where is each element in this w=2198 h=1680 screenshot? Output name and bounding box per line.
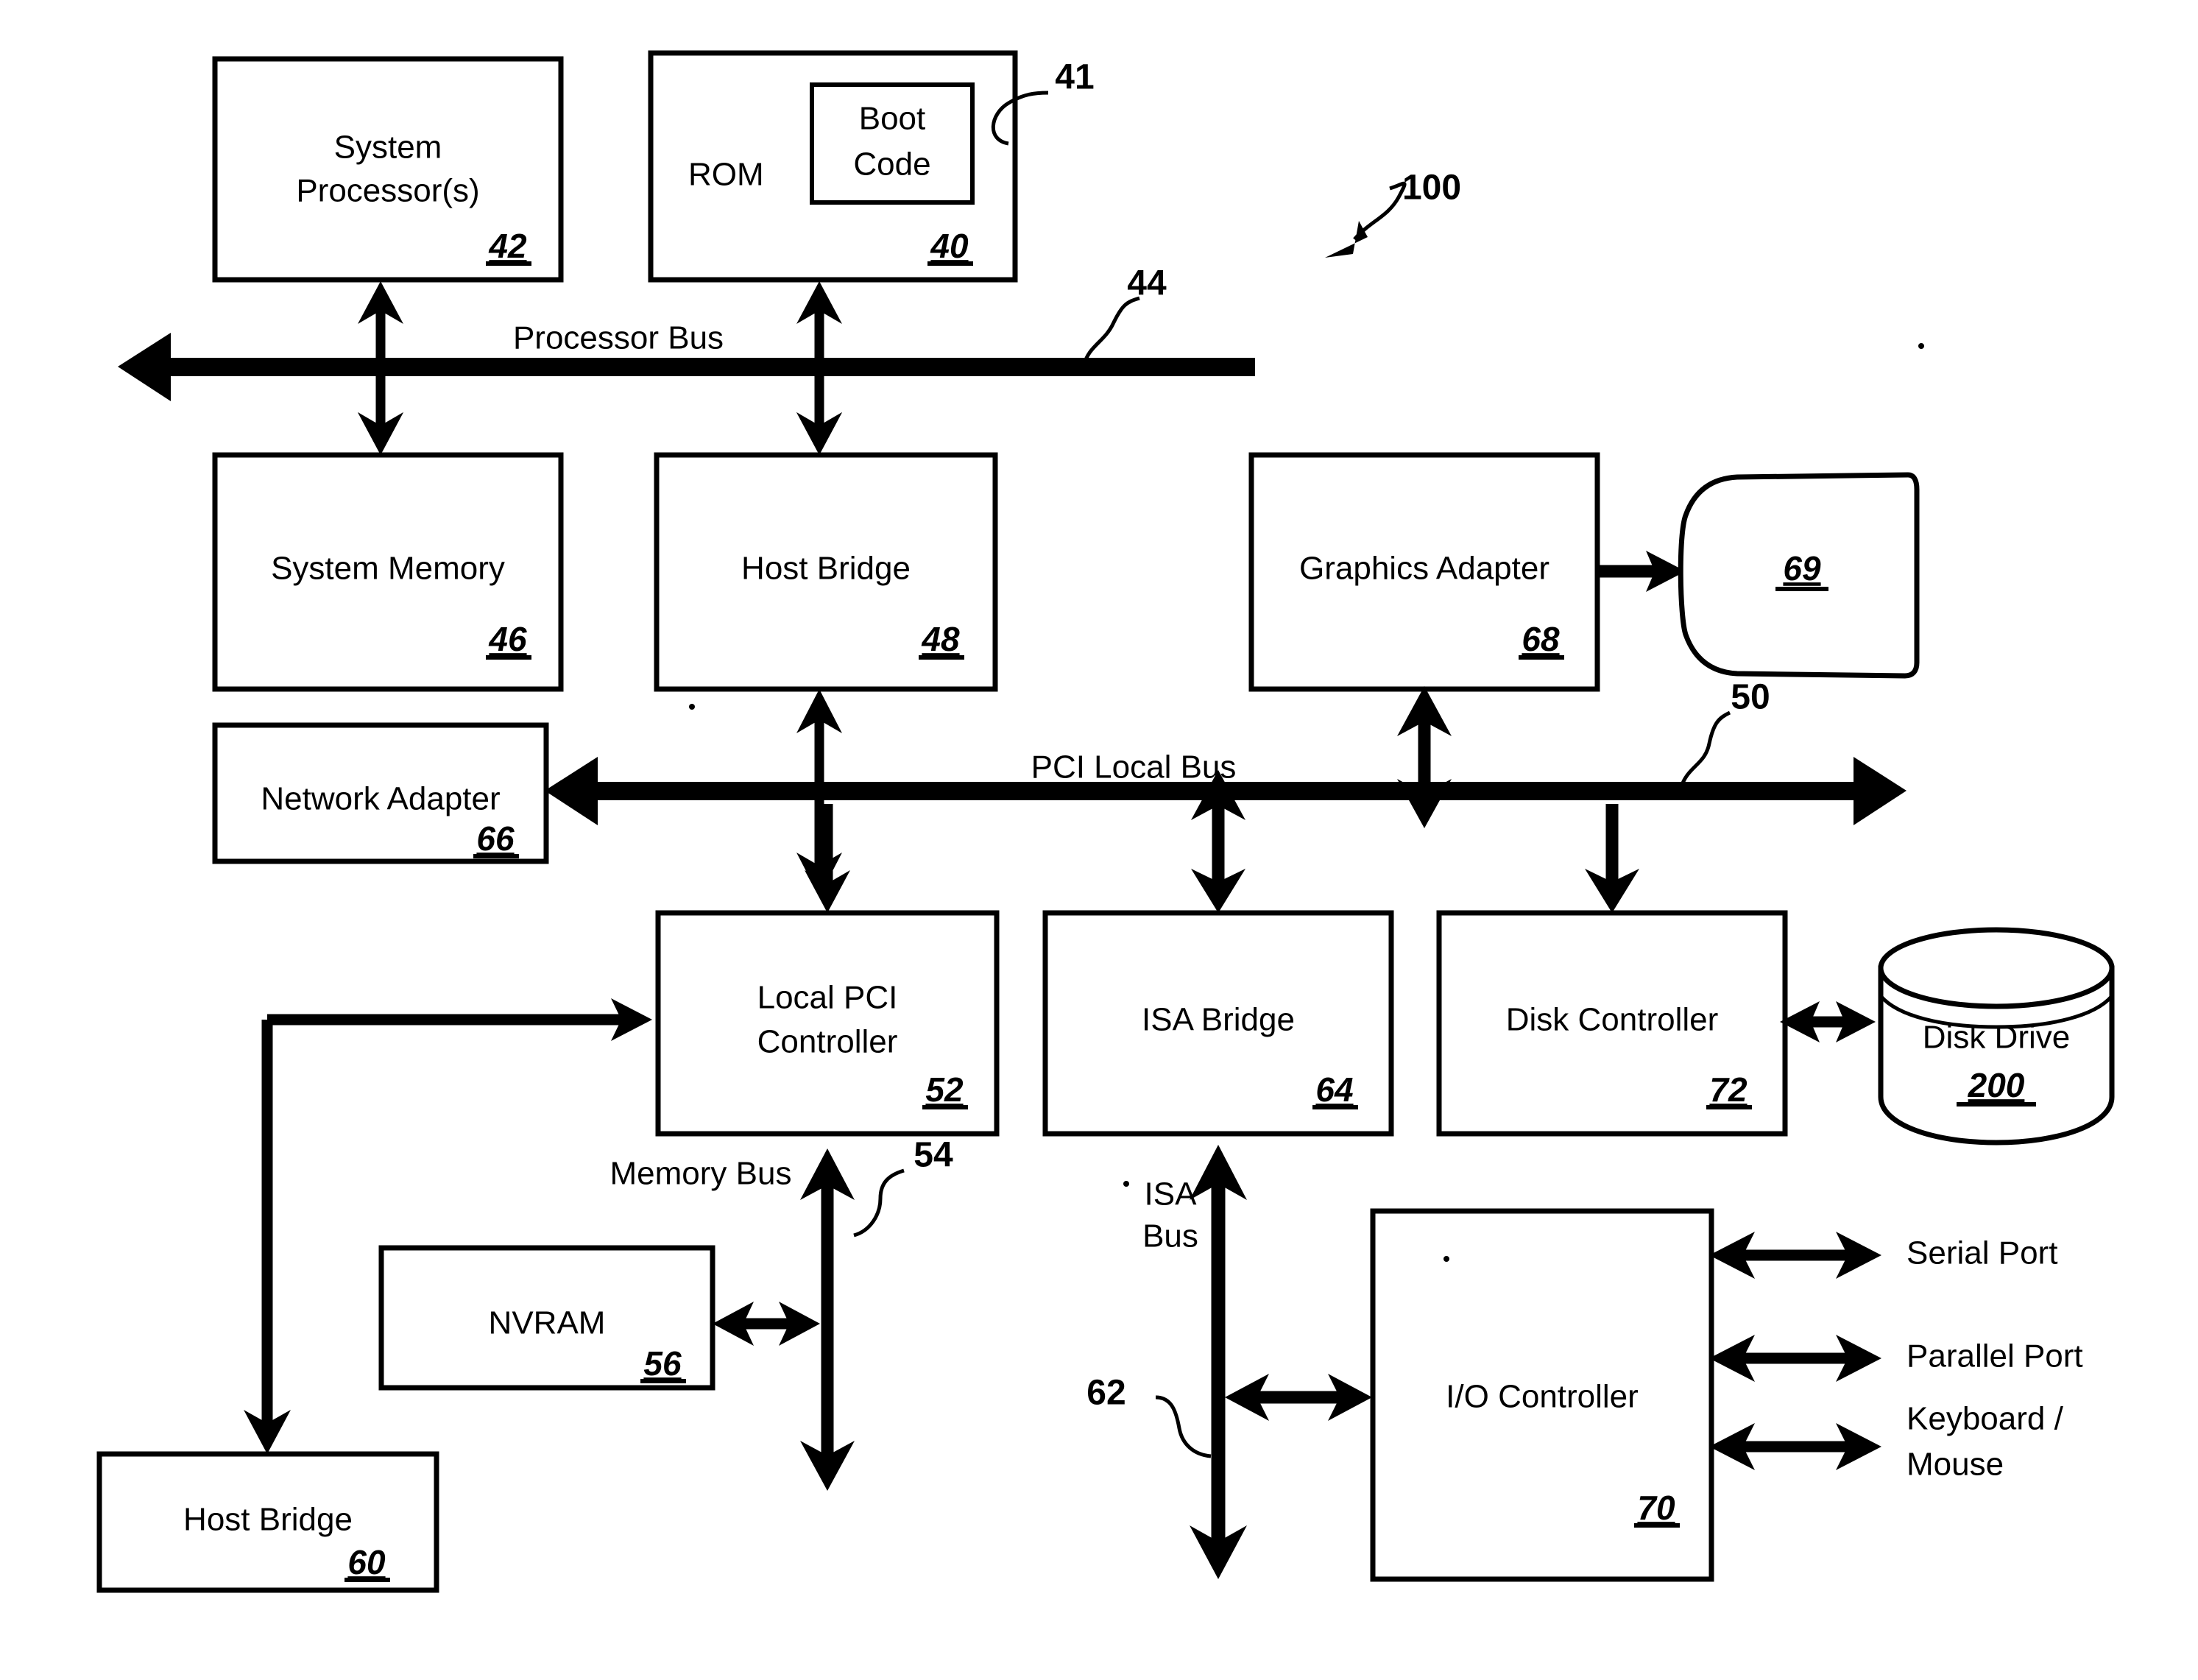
block-host-bridge-60[interactable]: Host Bridge 60 xyxy=(96,1451,439,1593)
block-graphics-adapter-ref: 68 xyxy=(1522,620,1560,658)
block-isa-bridge-ref: 64 xyxy=(1315,1070,1353,1109)
reference-label-62: 62 xyxy=(1086,1374,1125,1413)
block-io-controller-ref: 70 xyxy=(1637,1489,1675,1527)
scan-speck-1 xyxy=(1918,343,1924,349)
bus-isa-label-line1: ISA xyxy=(1145,1176,1198,1213)
scan-speck-3 xyxy=(1123,1181,1129,1187)
block-local-pci-controller[interactable]: Local PCI Controller 52 xyxy=(655,910,1000,1137)
block-host-bridge-60-label: Host Bridge xyxy=(183,1502,353,1538)
port-serial-label: Serial Port xyxy=(1907,1235,2057,1271)
block-nvram-label: NVRAM xyxy=(489,1305,606,1341)
block-graphics-adapter-label: Graphics Adapter xyxy=(1299,551,1549,587)
reference-label-44: 44 xyxy=(1127,264,1167,303)
scan-speck-4 xyxy=(1443,1256,1449,1262)
block-disk-controller[interactable]: Disk Controller 72 xyxy=(1436,910,1788,1137)
figure-ref-label: 100 xyxy=(1402,169,1461,208)
block-isa-bridge-label: ISA Bridge xyxy=(1142,1002,1295,1038)
shape-disk-drive-top xyxy=(1878,927,2115,1009)
bus-pci-local-label: PCI Local Bus xyxy=(1031,749,1237,786)
shape-disk-drive-label: Disk Drive xyxy=(1923,1020,2070,1056)
port-keyboard-mouse-label-line1: Keyboard / xyxy=(1907,1401,2064,1437)
block-local-pci-controller-label-line2: Controller xyxy=(757,1024,898,1060)
reference-label-41: 41 xyxy=(1055,58,1094,97)
block-network-adapter-ref: 66 xyxy=(476,819,515,858)
block-diagram-svg: 100 System Processor(s) 42 ROM 40 Boot C… xyxy=(0,0,2198,1680)
block-nvram[interactable]: NVRAM 56 xyxy=(378,1245,715,1391)
shape-disk-drive-200[interactable]: Disk Drive 200 xyxy=(1878,927,2115,1146)
block-disk-controller-label: Disk Controller xyxy=(1506,1002,1719,1038)
block-rom-ref: 40 xyxy=(930,227,969,265)
block-isa-bridge[interactable]: ISA Bridge 64 xyxy=(1042,910,1394,1137)
block-system-processors[interactable]: System Processor(s) 42 xyxy=(212,56,564,283)
block-system-processors-label-line1: System xyxy=(334,130,442,166)
block-rom-label: ROM xyxy=(688,157,764,193)
block-nvram-ref: 56 xyxy=(643,1344,682,1383)
block-host-bridge-60-ref: 60 xyxy=(347,1543,386,1581)
block-graphics-adapter[interactable]: Graphics Adapter 68 xyxy=(1248,452,1600,692)
bus-processor-bar xyxy=(155,358,1255,376)
block-io-controller[interactable]: I/O Controller 70 xyxy=(1370,1208,1714,1582)
bus-isa-label-line2: Bus xyxy=(1142,1218,1198,1254)
scan-speck-2 xyxy=(689,704,695,710)
block-boot-code[interactable]: Boot Code xyxy=(810,82,975,205)
bus-processor-label: Processor Bus xyxy=(513,320,724,356)
block-network-adapter[interactable]: Network Adapter 66 xyxy=(212,722,549,864)
block-local-pci-controller-label-line1: Local PCI xyxy=(757,980,898,1016)
reference-label-54: 54 xyxy=(914,1136,953,1175)
block-system-memory-ref: 46 xyxy=(488,620,527,658)
block-disk-controller-ref: 72 xyxy=(1709,1070,1748,1109)
shape-display-69[interactable]: 69 xyxy=(1678,472,1920,679)
block-host-bridge-48-ref: 48 xyxy=(921,620,960,658)
port-parallel-label: Parallel Port xyxy=(1907,1338,2083,1374)
block-system-memory-label: System Memory xyxy=(271,551,505,587)
block-host-bridge-48-label: Host Bridge xyxy=(741,551,911,587)
bus-memory-label: Memory Bus xyxy=(610,1156,792,1192)
block-system-processors-ref: 42 xyxy=(488,227,527,265)
block-network-adapter-label: Network Adapter xyxy=(261,781,500,817)
block-system-memory[interactable]: System Memory 46 xyxy=(212,452,564,692)
block-local-pci-controller-ref: 52 xyxy=(925,1070,964,1109)
bus-processor-right-cap xyxy=(1237,358,1255,376)
reference-label-50: 50 xyxy=(1731,678,1770,717)
block-io-controller-label: I/O Controller xyxy=(1446,1379,1639,1415)
block-boot-code-label-line2: Code xyxy=(853,147,930,183)
block-system-processors-label-line2: Processor(s) xyxy=(296,173,479,209)
port-keyboard-mouse-label-line2: Mouse xyxy=(1907,1447,2004,1483)
shape-display-69-ref: 69 xyxy=(1783,549,1821,587)
block-host-bridge-48[interactable]: Host Bridge 48 xyxy=(654,452,998,692)
block-boot-code-label-line1: Boot xyxy=(859,101,926,137)
figure-canvas: 100 System Processor(s) 42 ROM 40 Boot C… xyxy=(0,0,2198,1680)
shape-disk-drive-ref: 200 xyxy=(1968,1066,2025,1104)
